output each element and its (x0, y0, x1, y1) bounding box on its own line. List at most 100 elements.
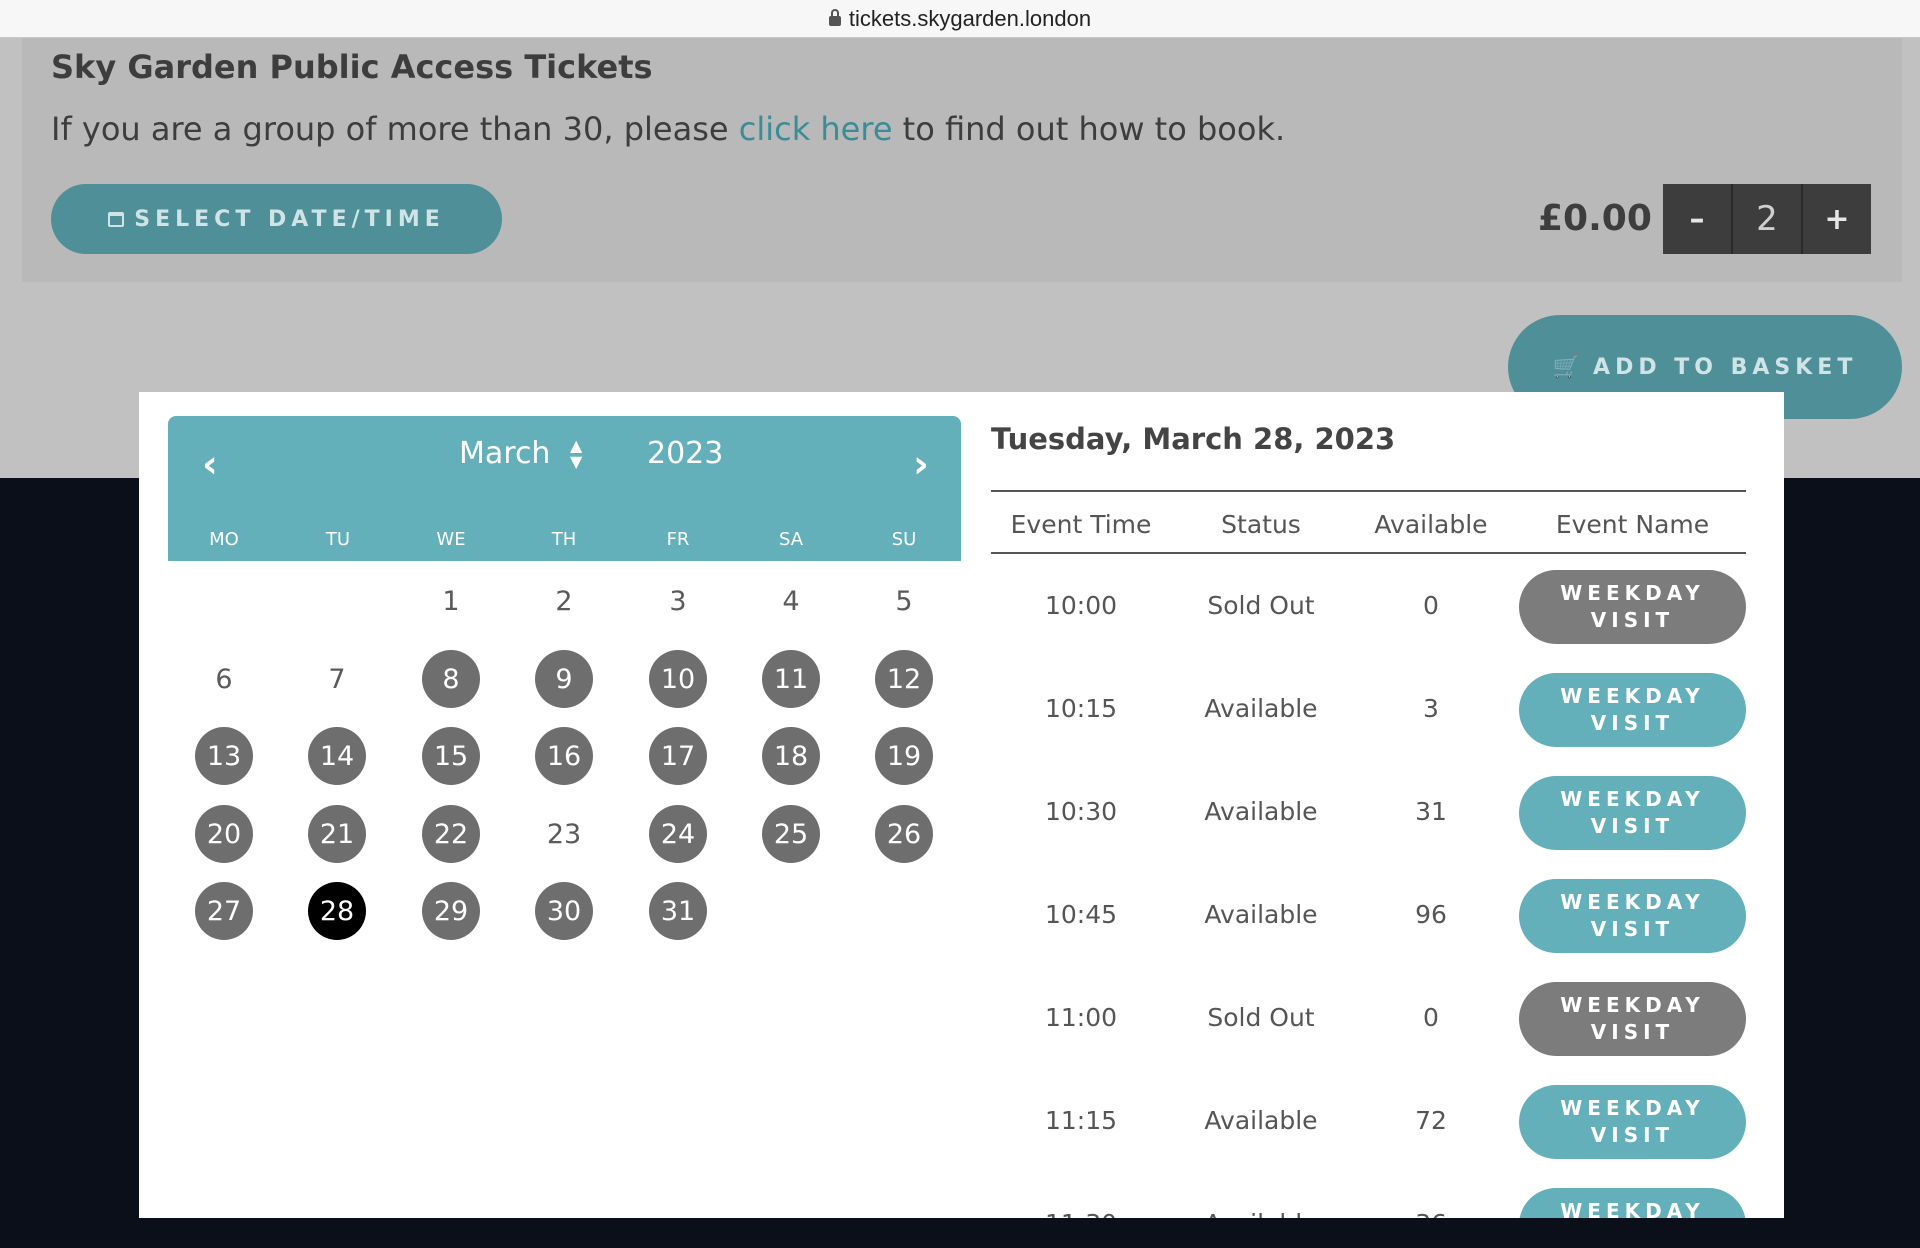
calendar-day[interactable]: 2 (535, 572, 593, 630)
next-month-button[interactable]: › (901, 442, 941, 486)
calendar-day[interactable]: 20 (195, 805, 253, 863)
calendar-day[interactable]: 19 (875, 727, 933, 785)
event-available-cell: 36 (1351, 1209, 1511, 1218)
calendar-day[interactable]: 29 (422, 882, 480, 940)
calendar-icon (108, 211, 125, 227)
event-status-cell: Sold Out (1207, 1003, 1315, 1032)
decrease-quantity-button[interactable]: – (1663, 184, 1731, 254)
calendar-day-selected[interactable]: 28 (308, 882, 366, 940)
calendar-day[interactable]: 8 (422, 650, 480, 708)
group-booking-note: If you are a group of more than 30, plea… (51, 110, 1285, 148)
calendar-day[interactable]: 3 (649, 572, 707, 630)
calendar-day[interactable]: 27 (195, 882, 253, 940)
calendar-day[interactable]: 10 (649, 650, 707, 708)
calendar-day[interactable]: 25 (762, 805, 820, 863)
calendar-day[interactable]: 11 (762, 650, 820, 708)
column-available: Available (1374, 510, 1488, 539)
event-status-cell: Available (1204, 900, 1318, 929)
event-name-line2: VISIT (1590, 711, 1675, 735)
browser-url-bar[interactable]: tickets.skygarden.london (0, 0, 1920, 38)
calendar-day[interactable]: 21 (308, 805, 366, 863)
quantity-stepper: – 2 + (1663, 184, 1871, 254)
calendar-day[interactable]: 13 (195, 727, 253, 785)
weekday-label: TH (551, 529, 577, 550)
event-time-cell: 11:00 (1044, 1003, 1118, 1032)
ticket-price: £0.00 (1538, 198, 1652, 239)
event-status-cell: Available (1171, 1209, 1351, 1218)
table-header-rule (991, 552, 1746, 554)
calendar-day[interactable]: 9 (535, 650, 593, 708)
calendar-day[interactable]: 14 (308, 727, 366, 785)
note-text-end: to find out how to book. (892, 110, 1286, 148)
event-time-cell: 10:00 (1044, 591, 1118, 620)
quantity-value[interactable]: 2 (1731, 184, 1803, 254)
weekday-visit-button[interactable]: WEEKDAYVISIT (1519, 879, 1746, 953)
select-date-time-label: SELECT DATE/TIME (134, 206, 445, 232)
calendar-day[interactable]: 5 (875, 572, 933, 630)
event-name-line2: VISIT (1590, 917, 1675, 941)
weekday-visit-button[interactable]: WEEKDAYVISIT (1519, 1085, 1746, 1159)
event-time-cell: 10:15 (1044, 694, 1118, 723)
selected-date-heading: Tuesday, March 28, 2023 (991, 422, 1396, 456)
event-status-cell: Sold Out (1207, 591, 1315, 620)
weekday-visit-button[interactable]: WEEKDAYVISIT (1519, 776, 1746, 850)
event-name-line1: WEEKDAY (1560, 1096, 1705, 1120)
calendar-day[interactable]: 7 (308, 650, 366, 708)
calendar-day[interactable]: 23 (535, 805, 593, 863)
weekday-label: WE (436, 529, 466, 550)
event-name-line1: WEEKDAY (1560, 684, 1705, 708)
weekday-label: SU (891, 529, 917, 550)
event-status-cell: Available (1204, 694, 1318, 723)
calendar-day[interactable]: 31 (649, 882, 707, 940)
column-status: Status (1221, 510, 1301, 539)
year-select[interactable]: 2023 (647, 436, 723, 471)
weekday-label: SA (778, 529, 804, 550)
weekday-visit-button[interactable]: WEEKDAY VISIT (1519, 673, 1746, 747)
event-name-line1: WEEKDAY (1560, 581, 1705, 605)
calendar-day[interactable]: 6 (195, 650, 253, 708)
event-name-line1: WEEKDAY (1560, 1199, 1705, 1218)
calendar-day[interactable]: 30 (535, 882, 593, 940)
weekday-visit-button[interactable]: WEEKDAY VISIT (1519, 570, 1746, 644)
calendar-header: ‹ March ▲ ▼ 2023 › MO TU WE TH FR SA SU (168, 416, 961, 561)
event-available-cell: 96 (1415, 900, 1447, 929)
click-here-link[interactable]: click here (739, 110, 893, 148)
weekday-visit-button[interactable]: WEEKDAYVISIT (1519, 982, 1746, 1056)
calendar-day[interactable]: 18 (762, 727, 820, 785)
table-top-rule (991, 490, 1746, 492)
weekday-label: FR (666, 529, 690, 550)
month-select[interactable]: March (459, 436, 550, 471)
url-text: tickets.skygarden.london (848, 5, 1092, 31)
date-time-picker-modal: ‹ March ▲ ▼ 2023 › MO TU WE TH FR SA SU 1234567… (139, 392, 1784, 1218)
note-text-start: If you are a group of more than 30, plea… (51, 110, 739, 148)
event-time-cell: 10:30 (1044, 797, 1118, 826)
calendar-day[interactable]: 22 (422, 805, 480, 863)
add-to-basket-label: ADD TO BASKET (1593, 354, 1858, 380)
event-time-cell: 10:45 (1044, 900, 1118, 929)
sort-updown-icon[interactable]: ▲ ▼ (570, 438, 582, 470)
previous-month-button[interactable]: ‹ (190, 442, 230, 486)
calendar-day[interactable]: 17 (649, 727, 707, 785)
weekday-visit-button[interactable]: WEEKDAYVISIT (1519, 1188, 1746, 1218)
calendar-day[interactable]: 4 (762, 572, 820, 630)
column-event-time: Event Time (1010, 510, 1152, 539)
select-date-time-button[interactable]: SELECT DATE/TIME (51, 184, 502, 254)
calendar-day[interactable]: 24 (649, 805, 707, 863)
event-available-cell: 3 (1423, 694, 1439, 723)
event-name-line2: VISIT (1590, 608, 1675, 632)
cart-icon: 🛒 (1552, 354, 1586, 380)
event-time-cell: 11:15 (1044, 1106, 1118, 1135)
weekday-label: TU (325, 529, 351, 550)
calendar-day[interactable]: 12 (875, 650, 933, 708)
increase-quantity-button[interactable]: + (1803, 184, 1871, 254)
calendar-day[interactable]: 15 (422, 727, 480, 785)
event-status-cell: Available (1204, 797, 1318, 826)
calendar-day[interactable]: 26 (875, 805, 933, 863)
event-time-cell: 11:30 (991, 1209, 1171, 1218)
ticket-title: Sky Garden Public Access Tickets (51, 48, 653, 86)
calendar-day[interactable]: 1 (422, 572, 480, 630)
event-name-line2: VISIT (1590, 1020, 1675, 1044)
lock-icon (828, 8, 841, 26)
event-name-line1: WEEKDAY (1560, 787, 1705, 811)
calendar-day[interactable]: 16 (535, 727, 593, 785)
